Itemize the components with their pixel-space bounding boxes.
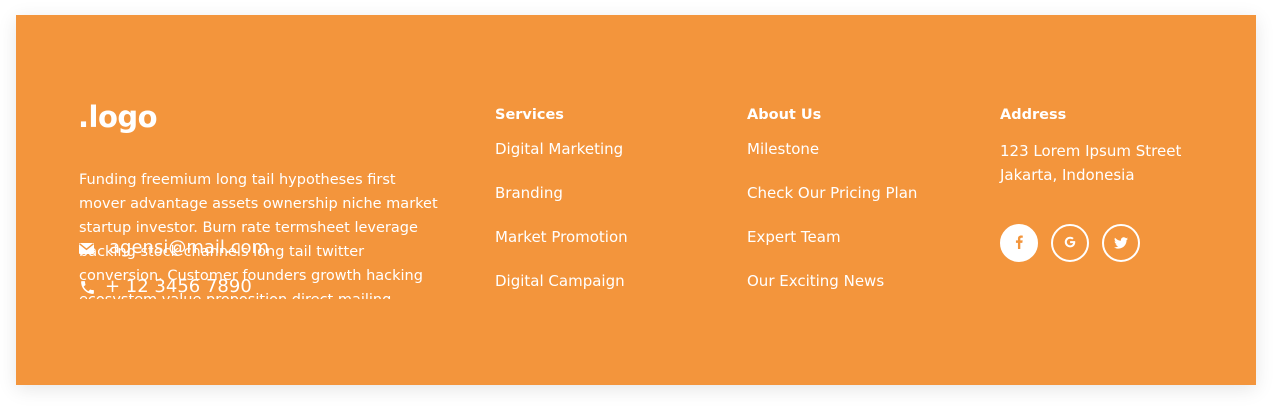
- services-link-branding[interactable]: Branding: [495, 183, 628, 203]
- about-link-exciting-news[interactable]: Our Exciting News: [747, 271, 917, 291]
- facebook-icon: [1014, 234, 1024, 253]
- social-links: [1000, 224, 1153, 262]
- services-link-digital-marketing[interactable]: Digital Marketing: [495, 139, 628, 159]
- about-list: Milestone Check Our Pricing Plan Expert …: [747, 139, 917, 291]
- about-link-expert-team[interactable]: Expert Team: [747, 227, 917, 247]
- facebook-button[interactable]: [1000, 224, 1038, 262]
- envelope-icon: [79, 242, 97, 254]
- services-link-market-promotion[interactable]: Market Promotion: [495, 227, 628, 247]
- services-column: Services Digital Marketing Branding Mark…: [495, 107, 628, 315]
- address-line-2: Jakarta, Indonesia: [1000, 166, 1135, 184]
- contact-email[interactable]: agensi@mail.com: [79, 238, 269, 258]
- about-link-milestone[interactable]: Milestone: [747, 139, 917, 159]
- twitter-button[interactable]: [1102, 224, 1140, 262]
- services-heading: Services: [495, 107, 564, 123]
- brand-logo[interactable]: .logo: [78, 103, 158, 132]
- contact-phone-text[interactable]: + 12 3456 7890: [105, 277, 252, 297]
- services-link-digital-campaign[interactable]: Digital Campaign: [495, 271, 628, 291]
- contact-phone[interactable]: + 12 3456 7890: [79, 277, 252, 297]
- address-line-1: 123 Lorem Ipsum Street: [1000, 142, 1182, 160]
- site-footer: .logo Funding freemium long tail hypothe…: [16, 15, 1256, 385]
- services-list: Digital Marketing Branding Market Promot…: [495, 139, 628, 291]
- google-button[interactable]: [1051, 224, 1089, 262]
- about-link-pricing-plan[interactable]: Check Our Pricing Plan: [747, 183, 917, 203]
- address-heading: Address: [1000, 107, 1067, 123]
- twitter-icon: [1114, 234, 1128, 253]
- address-column: Address 123 Lorem Ipsum Street Jakarta, …: [1000, 107, 1181, 187]
- about-column: About Us Milestone Check Our Pricing Pla…: [747, 107, 917, 315]
- phone-icon: [79, 279, 97, 296]
- google-icon: [1063, 234, 1077, 253]
- about-heading: About Us: [747, 107, 822, 123]
- contact-email-text[interactable]: agensi@mail.com: [109, 238, 269, 258]
